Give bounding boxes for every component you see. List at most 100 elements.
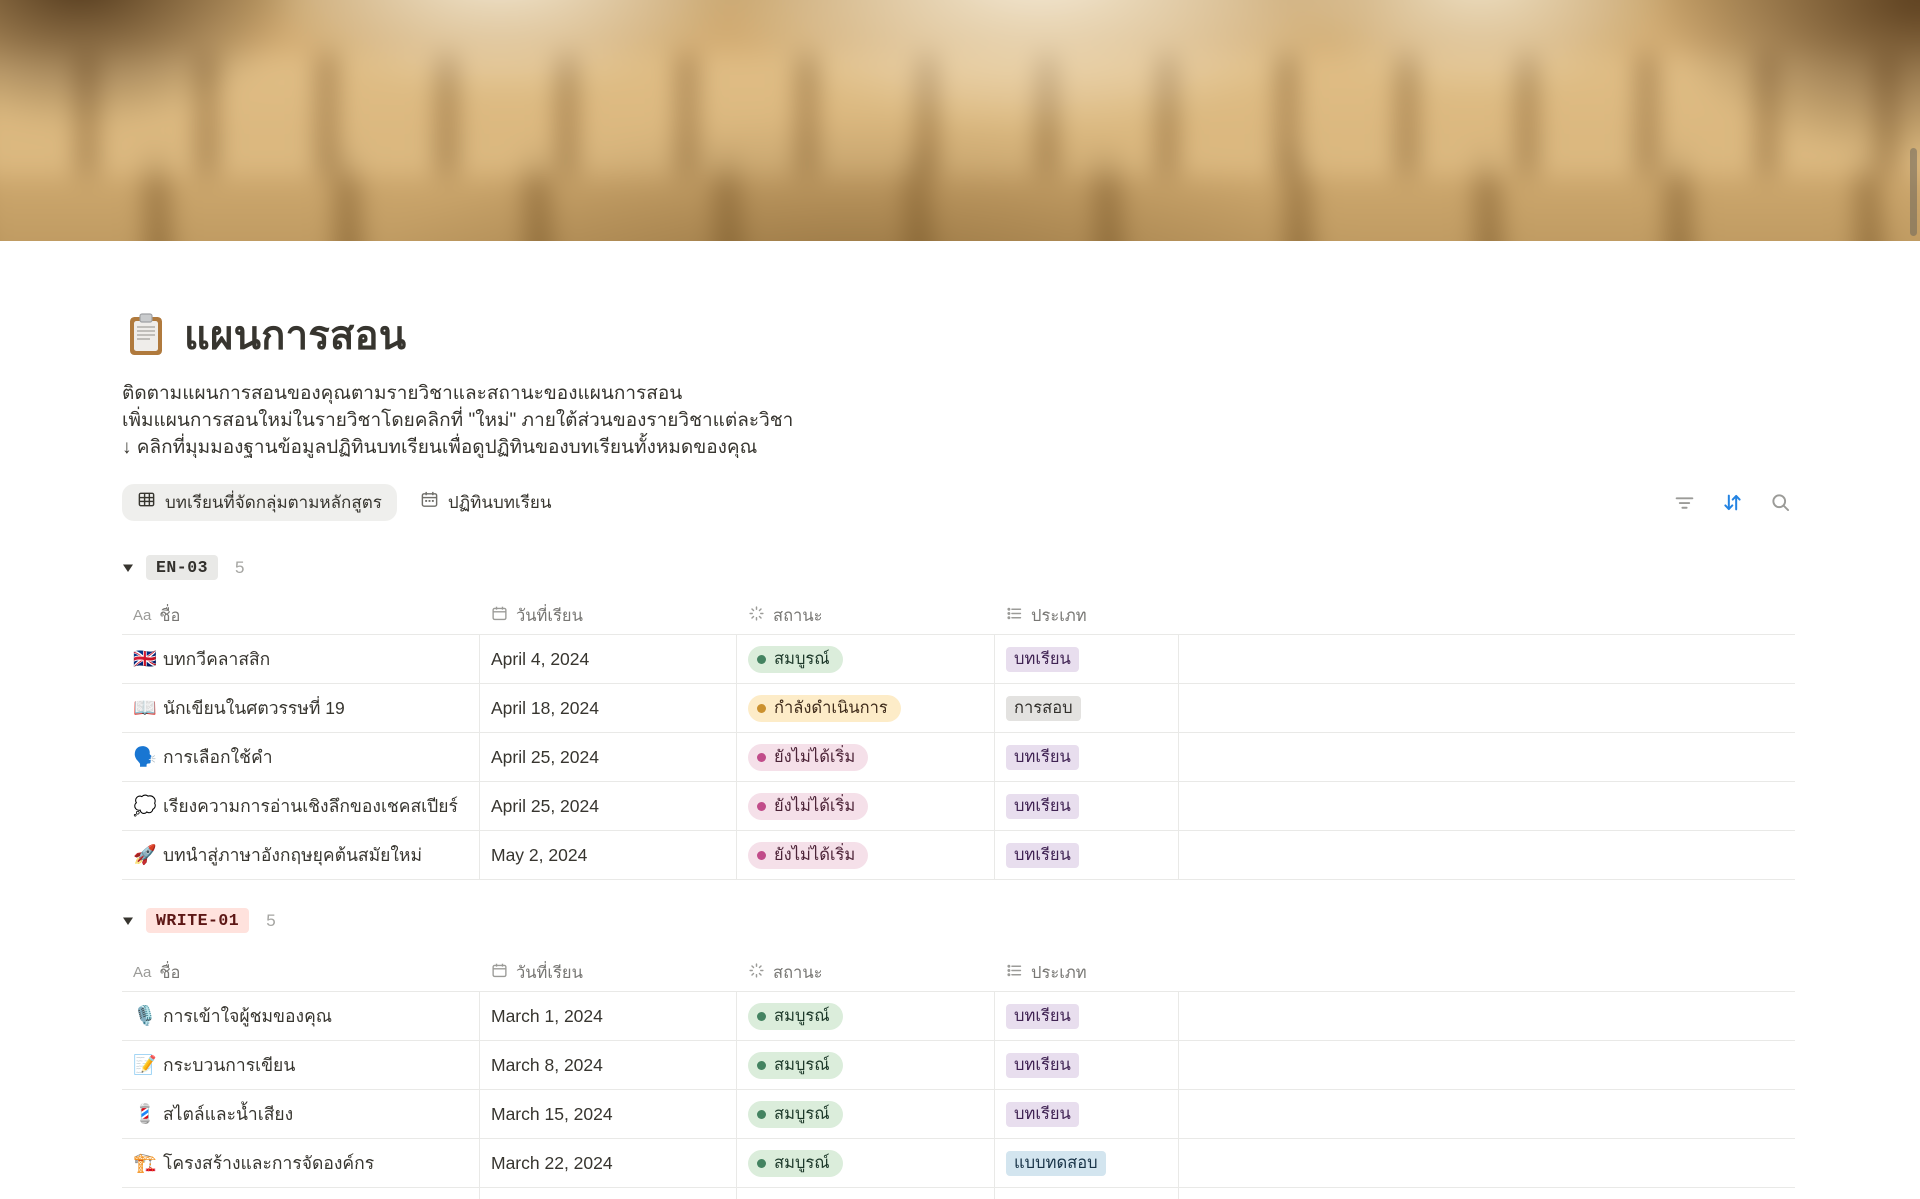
cell-name[interactable]: 🏗️ โครงสร้างและการจัดองค์กร <box>122 1139 480 1187</box>
type-tag: การสอบ <box>1006 696 1081 721</box>
page-emoji: 🇬🇧 <box>133 650 159 669</box>
cover-art-lecture-hall <box>0 0 1920 241</box>
cell-status[interactable]: สมบูรณ์ <box>737 1139 995 1187</box>
cell-name[interactable]: 💭 เรียงความการอ่านเชิงลึกของเชคสเปียร์ <box>122 782 480 830</box>
page-emoji: 📖 <box>133 699 159 718</box>
cell-name[interactable]: 🇬🇧 บทกวีคลาสสิก <box>122 635 480 683</box>
group-badge[interactable]: WRITE-01 <box>146 908 249 933</box>
sort-icon[interactable] <box>1722 492 1743 513</box>
table-row: 🕵️ การวิจัยและการอ้างอิง March 29, 2024 … <box>122 1188 1795 1199</box>
cell-date[interactable]: April 25, 2024 <box>480 782 737 830</box>
scrollbar-thumb[interactable] <box>1910 148 1917 236</box>
type-tag: บทเรียน <box>1006 1053 1079 1078</box>
cell-status[interactable]: สมบูรณ์ <box>737 635 995 683</box>
cell-date[interactable]: April 18, 2024 <box>480 684 737 732</box>
page-title: แผนการสอน <box>184 303 406 367</box>
table-row: 🚀 บทนำสู่ภาษาอังกฤษยุคต้นสมัยใหม่ May 2,… <box>122 831 1795 880</box>
cell-type[interactable]: บทเรียน <box>995 733 1179 781</box>
cell-type[interactable]: บทเรียน <box>995 1090 1179 1138</box>
text-type-icon: Aa <box>133 964 151 981</box>
cell-type[interactable]: การสอบ <box>995 684 1179 732</box>
type-tag: บทเรียน <box>1006 1102 1079 1127</box>
cell-name[interactable]: 💈 สไตล์และน้ำเสียง <box>122 1090 480 1138</box>
cell-date[interactable]: May 2, 2024 <box>480 831 737 879</box>
cell-empty[interactable] <box>1179 1188 1795 1199</box>
view-tabs: บทเรียนที่จัดกลุ่มตามหลักสูตร ปฏิทินบทเร… <box>122 484 566 521</box>
cell-empty[interactable] <box>1179 684 1795 732</box>
cell-empty[interactable] <box>1179 1041 1795 1089</box>
cell-empty[interactable] <box>1179 782 1795 830</box>
cell-name[interactable]: 🗣️ การเลือกใช้คำ <box>122 733 480 781</box>
collapse-triangle-icon[interactable] <box>122 916 146 926</box>
view-tab-lessons-by-course[interactable]: บทเรียนที่จัดกลุ่มตามหลักสูตร <box>122 484 397 521</box>
calendar-icon <box>491 962 508 984</box>
cell-type[interactable]: บทเรียน <box>995 1041 1179 1089</box>
page-emoji: 🎙️ <box>133 1007 159 1026</box>
search-icon[interactable] <box>1770 492 1791 513</box>
cell-date[interactable]: March 1, 2024 <box>480 992 737 1040</box>
cell-date[interactable]: March 15, 2024 <box>480 1090 737 1138</box>
filter-icon[interactable] <box>1674 492 1695 513</box>
database-toolbar: บทเรียนที่จัดกลุ่มตามหลักสูตร ปฏิทินบทเร… <box>122 483 1795 521</box>
cell-type[interactable]: บทเรียน <box>995 782 1179 830</box>
cell-type[interactable]: แบบทดสอบ <box>995 1139 1179 1187</box>
status-pill: สมบูรณ์ <box>748 1101 843 1128</box>
cell-name[interactable]: 🚀 บทนำสู่ภาษาอังกฤษยุคต้นสมัยใหม่ <box>122 831 480 879</box>
page-description-line: ↓ คลิกที่มุมมองฐานข้อมูลปฏิทินบทเรียนเพื… <box>122 434 1795 461</box>
cell-empty[interactable] <box>1179 992 1795 1040</box>
cell-type[interactable]: บทเรียน <box>995 992 1179 1040</box>
calendar-icon <box>420 490 439 514</box>
group-badge[interactable]: EN-03 <box>146 555 218 580</box>
cell-name[interactable]: 🎙️ การเข้าใจผู้ชมของคุณ <box>122 992 480 1040</box>
cell-empty[interactable] <box>1179 635 1795 683</box>
cell-status[interactable]: ยังไม่ได้เริ่ม <box>737 782 995 830</box>
column-header-type[interactable]: ประเภท <box>995 603 1179 629</box>
status-spinner-icon <box>748 962 765 984</box>
cell-status[interactable]: กำลังดำเนินการ <box>737 684 995 732</box>
column-header-name[interactable]: Aa ชื่อ <box>122 603 480 629</box>
cell-status[interactable]: สมบูรณ์ <box>737 1090 995 1138</box>
collapse-triangle-icon[interactable] <box>122 563 146 573</box>
table-row: 📝 กระบวนการเขียน March 8, 2024 สมบูรณ์ บ… <box>122 1041 1795 1090</box>
table-write01: Aa ชื่อ วันที่เรียน <box>122 954 1795 1199</box>
cell-date[interactable]: March 29, 2024 <box>480 1188 737 1199</box>
cell-type[interactable]: บทเรียน <box>995 1188 1179 1199</box>
table-row: 🏗️ โครงสร้างและการจัดองค์กร March 22, 20… <box>122 1139 1795 1188</box>
column-header-date[interactable]: วันที่เรียน <box>480 603 737 629</box>
column-header-name[interactable]: Aa ชื่อ <box>122 960 480 986</box>
status-spinner-icon <box>748 605 765 627</box>
cell-status[interactable]: สมบูรณ์ <box>737 1041 995 1089</box>
cell-name[interactable]: 📝 กระบวนการเขียน <box>122 1041 480 1089</box>
status-pill: ยังไม่ได้เริ่ม <box>748 842 868 869</box>
column-header-status[interactable]: สถานะ <box>737 960 995 986</box>
cell-name[interactable]: 📖 นักเขียนในศตวรรษที่ 19 <box>122 684 480 732</box>
cell-status[interactable]: ยังไม่ได้เริ่ม <box>737 831 995 879</box>
table-en03: Aa ชื่อ วันที่เรียน <box>122 597 1795 880</box>
cell-empty[interactable] <box>1179 831 1795 879</box>
column-header-date[interactable]: วันที่เรียน <box>480 960 737 986</box>
cell-date[interactable]: March 8, 2024 <box>480 1041 737 1089</box>
cell-type[interactable]: บทเรียน <box>995 635 1179 683</box>
view-tab-label: ปฏิทินบทเรียน <box>448 489 552 516</box>
cell-name[interactable]: 🕵️ การวิจัยและการอ้างอิง <box>122 1188 480 1199</box>
cell-empty[interactable] <box>1179 1090 1795 1138</box>
column-header-status[interactable]: สถานะ <box>737 603 995 629</box>
cell-date[interactable]: April 4, 2024 <box>480 635 737 683</box>
table-row: 💭 เรียงความการอ่านเชิงลึกของเชคสเปียร์ A… <box>122 782 1795 831</box>
cell-empty[interactable] <box>1179 1139 1795 1187</box>
page-description-line: ติดตามแผนการสอนของคุณตามรายวิชาและสถานะข… <box>122 380 1795 407</box>
cell-type[interactable]: บทเรียน <box>995 831 1179 879</box>
cell-status[interactable]: ยังไม่ได้เริ่ม <box>737 733 995 781</box>
cell-date[interactable]: April 25, 2024 <box>480 733 737 781</box>
cell-status[interactable]: สมบูรณ์ <box>737 992 995 1040</box>
view-tab-lesson-calendar[interactable]: ปฏิทินบทเรียน <box>405 484 567 521</box>
cell-status[interactable]: ยังไม่ได้เริ่ม <box>737 1188 995 1199</box>
cell-empty[interactable] <box>1179 733 1795 781</box>
column-header-type[interactable]: ประเภท <box>995 960 1179 986</box>
group-header-en03: EN-03 5 <box>122 554 1795 581</box>
cell-date[interactable]: March 22, 2024 <box>480 1139 737 1187</box>
table-row: 🇬🇧 บทกวีคลาสสิก April 4, 2024 สมบูรณ์ บท… <box>122 635 1795 684</box>
page-emoji: 🏗️ <box>133 1154 159 1173</box>
type-tag: บทเรียน <box>1006 647 1079 672</box>
table-icon <box>137 490 156 514</box>
